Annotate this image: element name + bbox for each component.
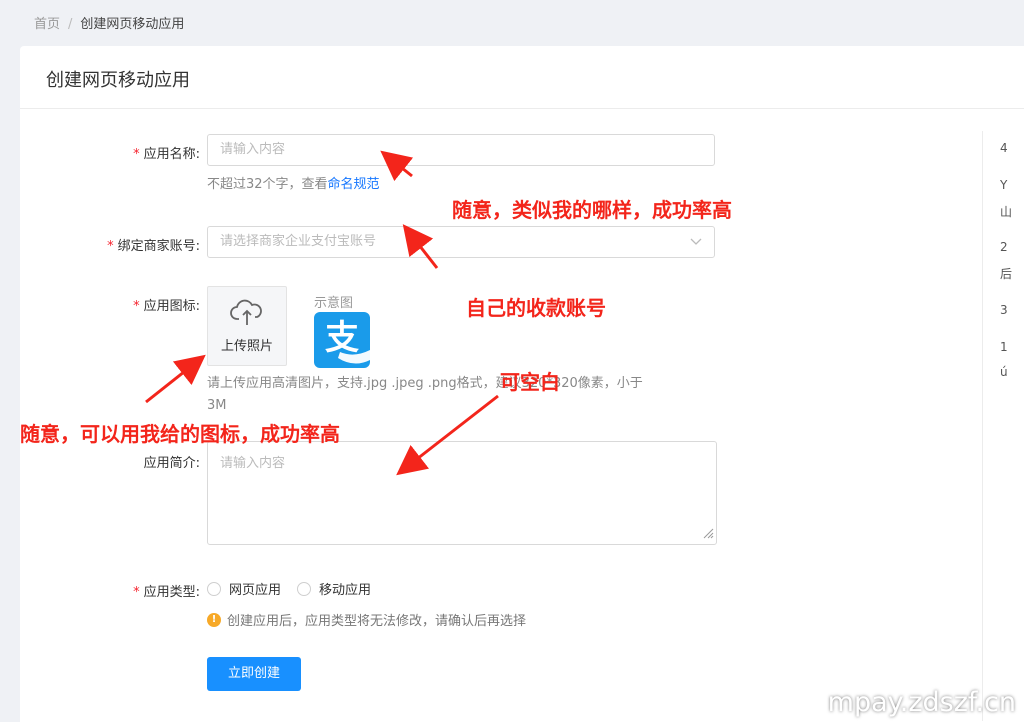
chevron-down-icon <box>690 227 702 268</box>
annotation-account-note: 自己的收款账号 <box>466 296 606 320</box>
radio-circle[interactable] <box>207 581 221 596</box>
right-panel-divider <box>982 131 983 721</box>
upload-photo-button[interactable]: 上传照片 <box>207 286 287 366</box>
naming-rules-link[interactable]: 命名规范 <box>328 177 380 192</box>
upload-photo-label: 上传照片 <box>220 339 273 354</box>
annotation-name-note: 随意，类似我的哪样，成功率高 <box>452 198 732 222</box>
required-mark: * <box>133 299 140 314</box>
right-panel-text: Y <box>1000 178 1008 192</box>
app-name-placeholder: 请输入内容 <box>220 142 286 157</box>
breadcrumb-home-link[interactable]: 首页 <box>34 17 60 32</box>
merchant-account-placeholder: 请选择商家企业支付宝账号 <box>220 234 377 249</box>
app-intro-label: 应用简介: <box>143 456 200 471</box>
page-title: 创建网页移动应用 <box>46 70 190 91</box>
app-name-hint: 不超过32个字，查看命名规范 <box>207 177 380 192</box>
right-panel-text: 山 <box>1000 205 1013 219</box>
app-icon-hint: 请上传应用高清图片，支持.jpg .jpeg .png格式，建议320*320像… <box>207 376 643 413</box>
resize-handle-icon[interactable] <box>702 527 714 542</box>
cloud-upload-icon <box>230 299 262 325</box>
merchant-account-select[interactable]: 请选择商家企业支付宝账号 <box>207 226 715 258</box>
required-mark: * <box>133 585 140 600</box>
right-panel-text: 3 <box>1000 303 1008 317</box>
title-divider <box>20 108 1024 109</box>
app-type-radio-group: 网页应用 移动应用 <box>207 579 371 598</box>
demo-image-label: 示意图 <box>314 296 354 311</box>
radio-mobile-app[interactable]: 移动应用 <box>297 579 371 598</box>
alipay-logo: 支 <box>314 312 370 368</box>
app-type-label: * 应用类型: <box>133 585 200 600</box>
app-intro-placeholder: 请输入内容 <box>220 456 286 471</box>
radio-circle[interactable] <box>297 581 312 596</box>
right-panel-text: 4 <box>1000 141 1008 155</box>
required-mark: * <box>133 147 140 162</box>
right-panel-text: 1 <box>1000 340 1008 354</box>
svg-text:支: 支 <box>325 318 359 358</box>
radio-web-app[interactable]: 网页应用 <box>207 579 281 598</box>
required-mark: * <box>107 239 114 254</box>
right-panel-text: 2 <box>1000 240 1008 254</box>
app-icon-label: * 应用图标: <box>133 299 200 314</box>
warning-icon: ! <box>207 612 221 627</box>
breadcrumb-current: 创建网页移动应用 <box>80 17 185 32</box>
app-intro-textarea[interactable]: 请输入内容 <box>207 441 717 545</box>
breadcrumb-separator: / <box>68 17 73 32</box>
annotation-icon-note: 随意，可以用我给的图标，成功率高 <box>20 422 340 446</box>
app-name-input[interactable]: 请输入内容 <box>207 134 715 166</box>
merchant-account-label: * 绑定商家账号: <box>107 239 200 254</box>
breadcrumb: 首页 / 创建网页移动应用 <box>34 13 184 32</box>
annotation-blank-note: 可空白 <box>500 370 560 394</box>
app-type-notice: ! 创建应用后，应用类型将无法修改，请确认后再选择 <box>207 610 526 629</box>
watermark: mpay.zdszf.cn <box>827 687 1016 718</box>
right-panel-text: 后 <box>1000 267 1013 281</box>
right-panel-text: ú <box>1000 365 1008 379</box>
app-name-label: * 应用名称: <box>133 147 200 162</box>
create-now-button[interactable]: 立即创建 <box>207 657 301 691</box>
